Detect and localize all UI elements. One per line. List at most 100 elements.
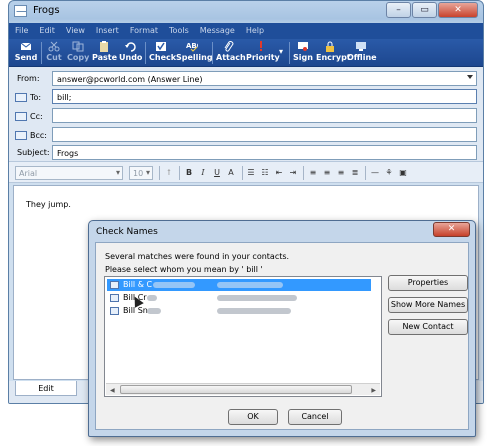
- offline-button[interactable]: Offline: [347, 41, 377, 65]
- redacted-text: [153, 282, 195, 288]
- insert-picture-icon[interactable]: ▣: [397, 167, 409, 179]
- contact-icon: [110, 281, 119, 289]
- priority-icon: [260, 41, 262, 51]
- encrypt-button[interactable]: Encrypt: [316, 41, 351, 65]
- from-row: From: answer@pcworld.com (Answer Line): [9, 70, 483, 87]
- bullet-list-icon[interactable]: ☷: [259, 167, 271, 179]
- to-row: To: bill;: [9, 88, 483, 105]
- show-more-names-button[interactable]: Show More Names: [388, 297, 468, 313]
- italic-icon[interactable]: I: [197, 167, 209, 179]
- matches-list[interactable]: Bill & C Bill Cr Bill Sn ◀ ▶: [104, 276, 382, 397]
- menu-view[interactable]: View: [60, 23, 90, 35]
- to-button[interactable]: To:: [15, 91, 41, 103]
- redacted-text: [147, 295, 157, 301]
- maximize-button[interactable]: ▭: [412, 2, 437, 18]
- subject-field[interactable]: Frogs: [52, 145, 477, 160]
- formatting-toolbar: Arial 10 ꝉ B I U A ☰ ☷ ⇤ ⇥ ≡ ≡ ≡ ≣ — ⚘ ▣: [9, 161, 483, 183]
- new-contact-button[interactable]: New Contact: [388, 319, 468, 335]
- offline-icon: [356, 42, 366, 51]
- list-item[interactable]: Bill Cr: [107, 292, 371, 304]
- mail-icon: [14, 5, 27, 17]
- dialog-title: Check Names: [96, 227, 158, 237]
- to-field[interactable]: bill;: [52, 89, 477, 104]
- justify-icon[interactable]: ≣: [349, 167, 361, 179]
- paperclip-icon: [224, 41, 234, 52]
- horizontal-line-icon[interactable]: —: [369, 167, 381, 179]
- priority-button[interactable]: Priority: [246, 41, 280, 65]
- cancel-button[interactable]: Cancel: [288, 409, 342, 425]
- menu-insert[interactable]: Insert: [90, 23, 124, 35]
- address-book-icon: [15, 92, 27, 102]
- copy-button[interactable]: Copy: [67, 41, 89, 65]
- increase-indent-icon[interactable]: ⇥: [287, 167, 299, 179]
- spelling-icon: ABC: [186, 42, 198, 52]
- check-names-button[interactable]: Check: [149, 41, 176, 65]
- underline-icon[interactable]: U: [211, 167, 223, 179]
- list-item[interactable]: Bill & C: [107, 279, 371, 291]
- cut-button[interactable]: Cut: [45, 41, 63, 65]
- redacted-text: [217, 308, 291, 314]
- spelling-button[interactable]: ABC Spelling: [176, 41, 213, 65]
- contact-icon: [110, 294, 119, 302]
- menu-format[interactable]: Format: [124, 23, 163, 35]
- font-size-select[interactable]: 10: [129, 166, 153, 180]
- minimize-button[interactable]: –: [386, 2, 411, 18]
- hyperlink-icon[interactable]: ⚘: [383, 167, 395, 179]
- window-title: Frogs: [33, 5, 60, 16]
- paste-button[interactable]: Paste: [92, 41, 117, 65]
- lock-icon: [326, 41, 334, 52]
- align-center-icon[interactable]: ≡: [321, 167, 333, 179]
- tab-edit[interactable]: Edit: [15, 381, 77, 396]
- svg-text:ABC: ABC: [186, 42, 198, 50]
- address-book-icon: [15, 111, 27, 121]
- redacted-text: [217, 282, 283, 288]
- font-style-icon[interactable]: ꝉ: [163, 167, 175, 179]
- check-icon: [156, 42, 166, 51]
- ok-button[interactable]: OK: [228, 409, 278, 425]
- font-select[interactable]: Arial: [15, 166, 123, 180]
- decrease-indent-icon[interactable]: ⇤: [273, 167, 285, 179]
- align-right-icon[interactable]: ≡: [335, 167, 347, 179]
- scroll-right-icon[interactable]: ▶: [371, 387, 376, 394]
- menu-message[interactable]: Message: [194, 23, 240, 35]
- menu-edit[interactable]: Edit: [33, 23, 60, 35]
- undo-button[interactable]: Undo: [119, 41, 142, 65]
- font-color-icon[interactable]: A: [225, 167, 237, 179]
- menu-bar: File Edit View Insert Format Tools Message Help: [9, 23, 483, 39]
- horizontal-scrollbar[interactable]: ◀ ▶: [106, 383, 380, 395]
- bcc-field[interactable]: [52, 127, 477, 142]
- subject-row: Subject: Frogs: [9, 144, 483, 161]
- from-select[interactable]: answer@pcworld.com (Answer Line): [52, 71, 477, 86]
- align-left-icon[interactable]: ≡: [307, 167, 319, 179]
- properties-button[interactable]: Properties: [388, 275, 468, 291]
- bcc-row: Bcc:: [9, 126, 483, 143]
- body-text: They jump.: [26, 200, 71, 209]
- numbered-list-icon[interactable]: ☰: [245, 167, 257, 179]
- chevron-down-icon: [467, 75, 473, 79]
- subject-label: Subject:: [17, 148, 50, 157]
- bcc-button[interactable]: Bcc:: [15, 129, 47, 141]
- menu-help[interactable]: Help: [240, 23, 269, 35]
- dialog-content: Several matches were found in your conta…: [95, 242, 469, 430]
- bold-icon[interactable]: B: [183, 167, 195, 179]
- toolbar: Send Cut Copy Paste Undo Check ABC Spell…: [9, 39, 483, 67]
- send-icon: [20, 42, 32, 50]
- send-button[interactable]: Send: [14, 41, 38, 65]
- sign-button[interactable]: Sign: [293, 41, 313, 65]
- close-button[interactable]: ✕: [438, 2, 478, 18]
- menu-file[interactable]: File: [9, 23, 33, 35]
- copy-icon: [72, 41, 84, 52]
- cc-field[interactable]: [52, 108, 477, 123]
- dialog-close-button[interactable]: ✕: [433, 222, 470, 237]
- attach-button[interactable]: Attach: [216, 41, 246, 65]
- list-item[interactable]: Bill Sn: [107, 305, 371, 317]
- scroll-left-icon[interactable]: ◀: [110, 387, 115, 394]
- clipboard-icon: [100, 41, 108, 52]
- undo-icon: [125, 42, 136, 52]
- cc-row: Cc:: [9, 107, 483, 124]
- cc-button[interactable]: Cc:: [15, 110, 43, 122]
- menu-tools[interactable]: Tools: [163, 23, 194, 35]
- title-bar: Frogs – ▭ ✕: [9, 1, 483, 23]
- scrollbar-thumb[interactable]: [120, 385, 352, 394]
- address-book-icon: [15, 130, 27, 140]
